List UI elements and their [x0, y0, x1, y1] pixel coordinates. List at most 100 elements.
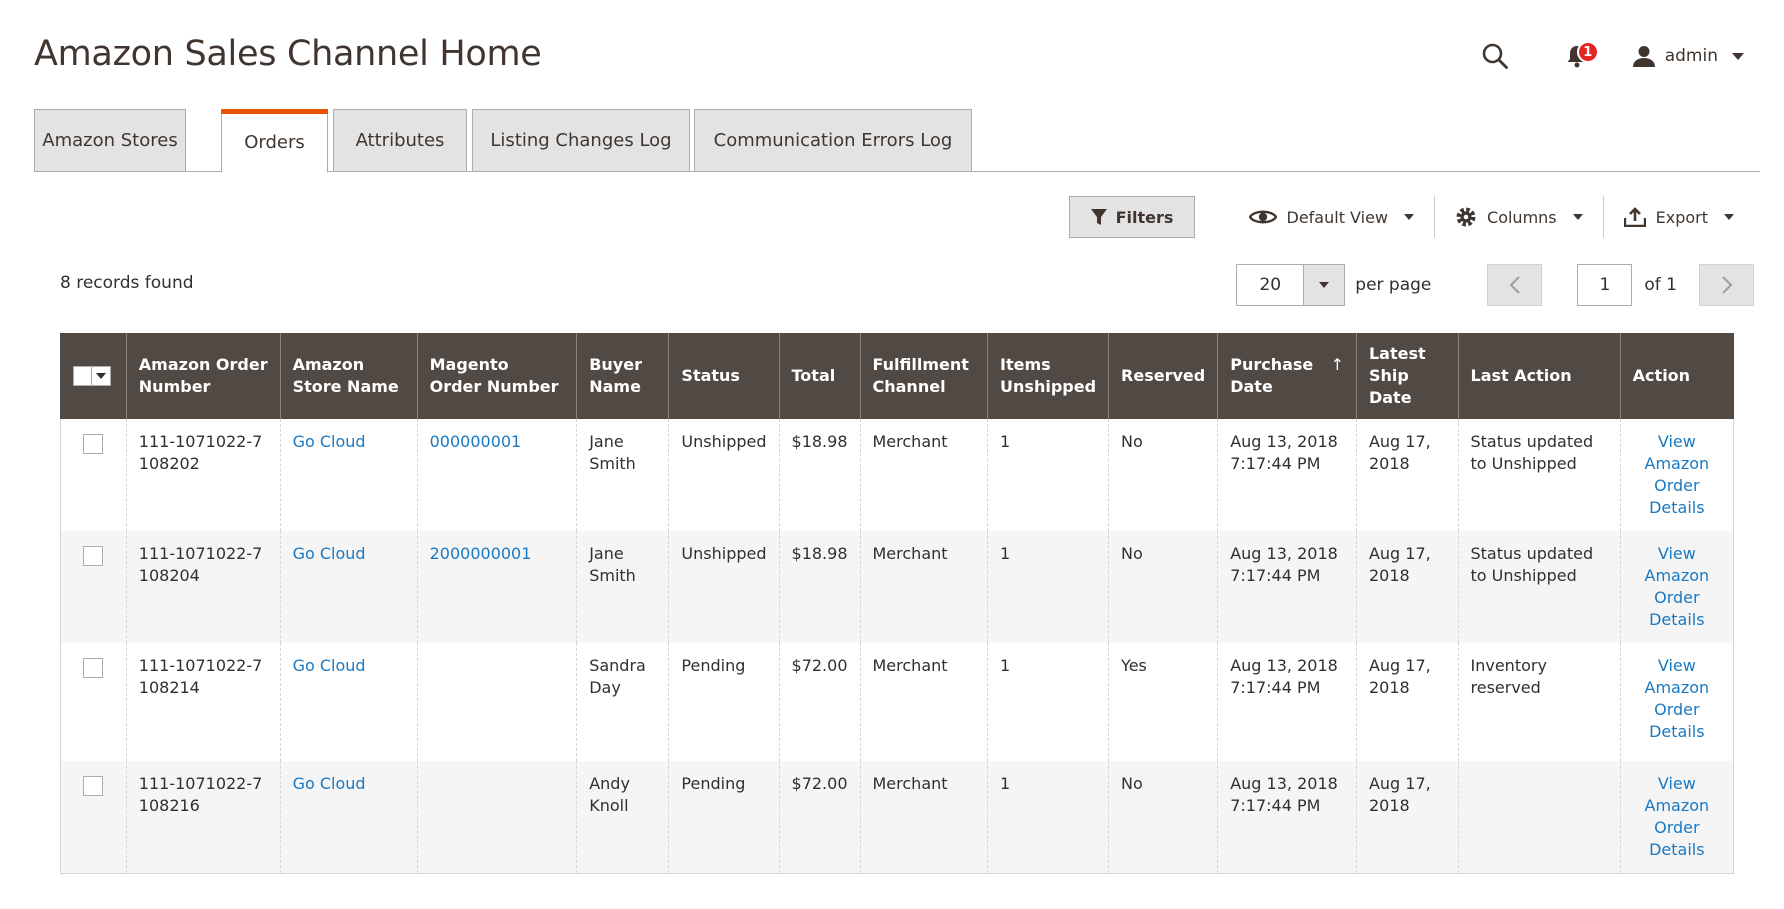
notification-count-badge: 1 — [1576, 41, 1599, 63]
reserved-cell: Yes — [1108, 643, 1218, 761]
per-page-value: 20 — [1259, 275, 1282, 295]
reserved-cell: No — [1108, 419, 1218, 531]
store-link[interactable]: Go Cloud — [293, 656, 366, 675]
per-page-label: per page — [1355, 275, 1432, 295]
channel-cell: Merchant — [859, 419, 988, 531]
filters-button[interactable]: Filters — [1068, 196, 1195, 238]
select-all-checkbox[interactable] — [74, 367, 92, 385]
reserved-cell: No — [1108, 531, 1218, 643]
next-page-button[interactable] — [1699, 264, 1754, 306]
search-icon[interactable] — [1475, 36, 1515, 76]
view-switcher[interactable]: Default View — [1229, 196, 1435, 238]
view-order-details-link[interactable]: View Amazon Order Details — [1645, 432, 1710, 517]
row-checkbox[interactable] — [83, 546, 103, 566]
pager: 20 per page 1 of 1 — [1236, 264, 1754, 306]
total-cell: $18.98 — [778, 531, 860, 643]
last-action-cell: Status updated to Unshipped — [1457, 531, 1621, 643]
view-order-details-link[interactable]: View Amazon Order Details — [1645, 656, 1710, 741]
export-button[interactable]: Export — [1604, 196, 1754, 238]
column-header: Action — [1619, 333, 1734, 419]
header-actions: 1 admin — [1475, 36, 1744, 76]
column-header[interactable]: Buyer Name — [576, 333, 669, 419]
per-page-select[interactable]: 20 — [1236, 264, 1346, 306]
tab-label: Amazon Stores — [42, 130, 178, 151]
buyer-cell: Andy Knoll — [576, 761, 669, 874]
row-checkbox[interactable] — [83, 658, 103, 678]
chevron-down-icon — [1572, 214, 1583, 220]
tab-label: Listing Changes Log — [490, 130, 672, 151]
row-checkbox[interactable] — [83, 776, 103, 796]
buyer-cell: Jane Smith — [576, 531, 669, 643]
view-order-details-link[interactable]: View Amazon Order Details — [1645, 774, 1710, 859]
row-checkbox[interactable] — [83, 434, 103, 454]
tab-communication-errors-log[interactable]: Communication Errors Log — [694, 109, 972, 172]
magento-order-cell: 2000000001 — [416, 531, 577, 643]
table-row: 111-1071022-7108202 Go Cloud 000000001 J… — [60, 419, 1735, 531]
magento-order-link[interactable]: 000000001 — [430, 432, 522, 451]
sort-ascending-icon: ↑ — [1330, 355, 1344, 374]
action-cell: View Amazon Order Details — [1619, 531, 1735, 643]
column-header[interactable]: Last Action — [1457, 333, 1621, 419]
current-page-input[interactable]: 1 — [1577, 264, 1633, 306]
store-cell: Go Cloud — [279, 531, 418, 643]
export-icon — [1623, 207, 1646, 227]
column-header[interactable]: Total — [778, 333, 860, 419]
status-cell: Unshipped — [668, 419, 780, 531]
columns-button[interactable]: Columns — [1435, 196, 1603, 238]
store-link[interactable]: Go Cloud — [293, 544, 366, 563]
column-header[interactable]: Amazon Order Number — [125, 333, 281, 419]
store-link[interactable]: Go Cloud — [293, 774, 366, 793]
ship-date-cell: Aug 17, 2018 — [1355, 761, 1458, 874]
tab-label: Attributes — [355, 130, 445, 151]
notifications-button[interactable]: 1 — [1557, 36, 1599, 76]
column-header[interactable]: Items Unshipped — [987, 333, 1109, 419]
column-header[interactable]: Status — [668, 333, 780, 419]
gear-icon — [1456, 207, 1476, 227]
column-header[interactable]: Amazon Store Name — [279, 333, 418, 419]
channel-cell: Merchant — [859, 531, 988, 643]
column-header[interactable]: Fulfillment Channel — [859, 333, 988, 419]
view-order-details-link[interactable]: View Amazon Order Details — [1645, 544, 1710, 629]
total-cell: $72.00 — [778, 761, 860, 874]
last-action-cell: Inventory reserved — [1457, 643, 1621, 761]
table-row: 111-1071022-7108204 Go Cloud 2000000001 … — [60, 531, 1735, 643]
grid-header-row: Amazon Order Number Amazon Store Name Ma… — [60, 333, 1734, 419]
ship-date-cell: Aug 17, 2018 — [1355, 531, 1458, 643]
column-header[interactable]: Reserved — [1108, 333, 1218, 419]
action-cell: View Amazon Order Details — [1619, 419, 1735, 531]
magento-order-link[interactable]: 2000000001 — [430, 544, 532, 563]
store-cell: Go Cloud — [279, 761, 418, 874]
chevron-down-icon — [1732, 52, 1744, 60]
orders-grid: Amazon Order Number Amazon Store Name Ma… — [60, 333, 1735, 874]
tab-orders[interactable]: Orders — [221, 109, 328, 173]
user-menu[interactable]: admin — [1632, 45, 1744, 67]
column-header[interactable]: Latest Ship Date — [1355, 333, 1458, 419]
table-row: 111-1071022-7108216 Go Cloud Andy Knoll … — [60, 761, 1735, 874]
column-header[interactable]: Magento Order Number — [416, 333, 577, 419]
status-cell: Unshipped — [668, 531, 780, 643]
ship-date-cell: Aug 17, 2018 — [1355, 643, 1458, 761]
per-page-toggle[interactable] — [1303, 265, 1345, 305]
order-number-cell: 111-1071022-7108216 — [125, 761, 281, 874]
action-cell: View Amazon Order Details — [1619, 761, 1735, 874]
mass-select-dropdown[interactable] — [73, 366, 111, 386]
previous-page-button[interactable] — [1487, 264, 1543, 306]
chevron-right-icon — [1721, 276, 1732, 294]
order-number-cell: 111-1071022-7108214 — [125, 643, 281, 761]
tab-listing-changes-log[interactable]: Listing Changes Log — [472, 109, 690, 172]
row-select-cell — [60, 531, 127, 643]
last-action-cell: Status updated to Unshipped — [1457, 419, 1621, 531]
export-label: Export — [1655, 207, 1708, 227]
channel-cell: Merchant — [859, 761, 988, 874]
chevron-down-icon — [1319, 282, 1330, 288]
chevron-left-icon — [1509, 276, 1520, 294]
store-link[interactable]: Go Cloud — [293, 432, 366, 451]
tab-amazon-stores[interactable]: Amazon Stores — [34, 109, 186, 172]
eye-icon — [1248, 210, 1277, 224]
tab-attributes[interactable]: Attributes — [333, 109, 467, 172]
view-label: Default View — [1286, 207, 1389, 227]
magento-order-cell: 000000001 — [416, 419, 577, 531]
tab-label: Orders — [244, 132, 305, 153]
column-header-sorted[interactable]: ↑ Purchase Date — [1217, 333, 1357, 419]
total-cell: $72.00 — [778, 643, 860, 761]
